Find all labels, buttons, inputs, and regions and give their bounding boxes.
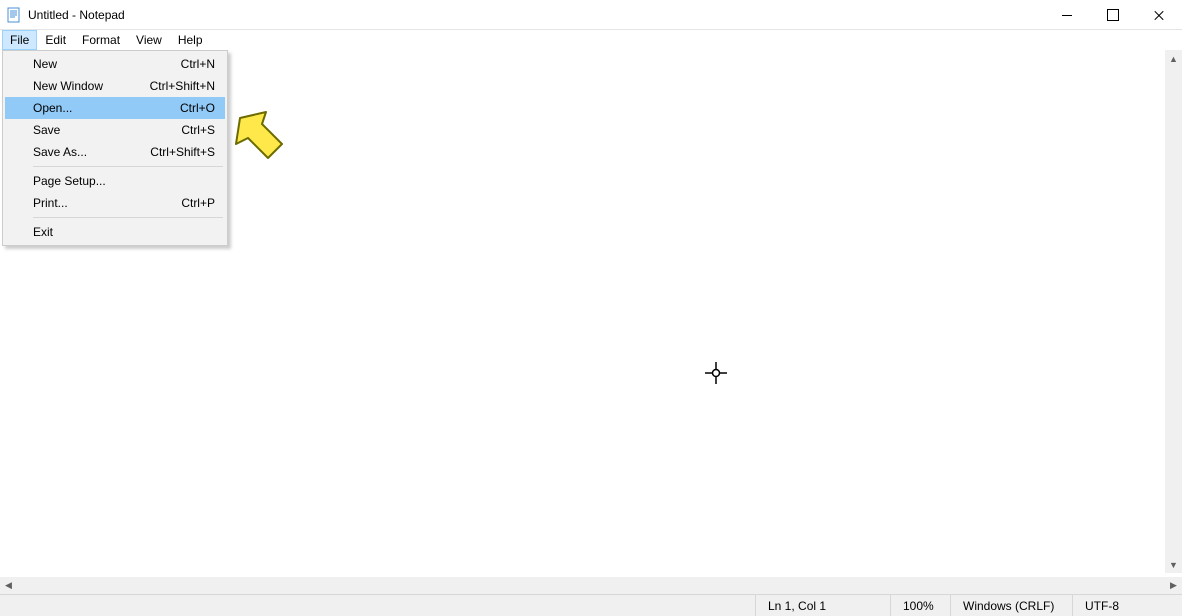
statusbar-zoom: 100% (890, 595, 950, 616)
scroll-up-icon[interactable]: ▲ (1165, 50, 1182, 67)
menu-item-save[interactable]: Save Ctrl+S (5, 119, 225, 141)
menu-item-label: Save (33, 123, 60, 137)
menu-item-shortcut: Ctrl+Shift+N (150, 79, 215, 93)
menu-item-label: Print... (33, 196, 68, 210)
menu-edit[interactable]: Edit (37, 30, 74, 50)
menu-format[interactable]: Format (74, 30, 128, 50)
vertical-scrollbar[interactable]: ▲ ▼ (1165, 50, 1182, 573)
statusbar: Ln 1, Col 1 100% Windows (CRLF) UTF-8 (0, 594, 1182, 616)
menu-item-new[interactable]: New Ctrl+N (5, 53, 225, 75)
menu-item-new-window[interactable]: New Window Ctrl+Shift+N (5, 75, 225, 97)
menu-item-print[interactable]: Print... Ctrl+P (5, 192, 225, 214)
menu-separator (33, 166, 223, 167)
menu-item-label: Open... (33, 101, 72, 115)
menu-item-shortcut: Ctrl+S (181, 123, 215, 137)
maximize-button[interactable] (1090, 0, 1136, 30)
menu-item-label: New Window (33, 79, 103, 93)
menu-item-exit[interactable]: Exit (5, 221, 225, 243)
close-button[interactable] (1136, 0, 1182, 30)
minimize-button[interactable] (1044, 0, 1090, 30)
menubar: File Edit Format View Help (0, 30, 1182, 50)
menu-item-save-as[interactable]: Save As... Ctrl+Shift+S (5, 141, 225, 163)
menu-item-open[interactable]: Open... Ctrl+O (5, 97, 225, 119)
file-dropdown: New Ctrl+N New Window Ctrl+Shift+N Open.… (2, 50, 228, 246)
menu-item-label: Save As... (33, 145, 87, 159)
titlebar: Untitled - Notepad (0, 0, 1182, 30)
statusbar-spacer (0, 595, 755, 616)
window-title: Untitled - Notepad (28, 8, 125, 22)
menu-item-shortcut: Ctrl+N (181, 57, 215, 71)
notepad-icon (6, 7, 22, 23)
menu-item-label: New (33, 57, 57, 71)
scroll-down-icon[interactable]: ▼ (1165, 556, 1182, 573)
scroll-left-icon[interactable]: ◀ (0, 577, 17, 594)
menu-item-page-setup[interactable]: Page Setup... (5, 170, 225, 192)
menu-item-shortcut: Ctrl+Shift+S (150, 145, 215, 159)
scroll-right-icon[interactable]: ▶ (1165, 577, 1182, 594)
menu-view[interactable]: View (128, 30, 170, 50)
menu-item-shortcut: Ctrl+O (180, 101, 215, 115)
menu-item-label: Exit (33, 225, 53, 239)
menu-separator (33, 217, 223, 218)
statusbar-encoding: UTF-8 (1072, 595, 1182, 616)
statusbar-eol: Windows (CRLF) (950, 595, 1072, 616)
menu-help[interactable]: Help (170, 30, 211, 50)
menu-item-shortcut: Ctrl+P (181, 196, 215, 210)
statusbar-position: Ln 1, Col 1 (755, 595, 890, 616)
menu-item-label: Page Setup... (33, 174, 106, 188)
menu-file[interactable]: File (2, 30, 37, 50)
horizontal-scrollbar[interactable]: ◀ ▶ (0, 577, 1182, 594)
window-controls (1044, 0, 1182, 30)
